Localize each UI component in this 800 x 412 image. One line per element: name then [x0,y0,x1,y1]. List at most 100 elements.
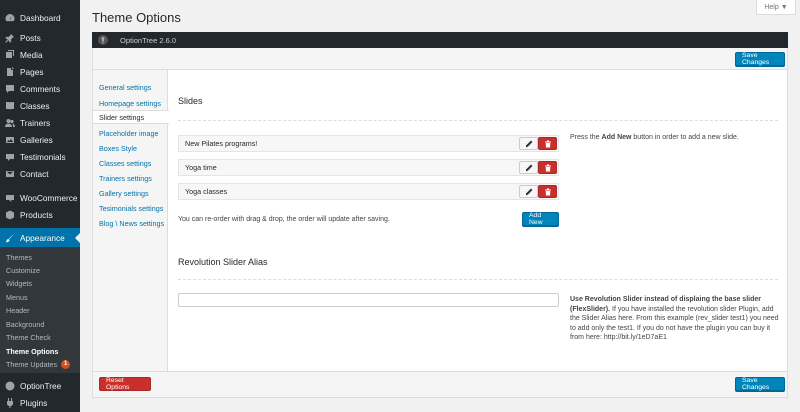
slides-title: Slides [178,96,203,106]
optiontree-header: OptionTree 2.6.0 [92,32,788,48]
pages-icon [5,66,15,77]
section-divider [178,279,778,280]
panel-bottom-bar: Reset Options Save Changes [93,371,787,397]
save-changes-button[interactable]: Save Changes [735,377,785,391]
optiontree-logo-icon [98,35,108,45]
submenu-theme-check[interactable]: Theme Check [6,331,51,343]
trash-icon [544,164,551,171]
tab-blog-news-settings[interactable]: Blog \ News settings [93,216,168,230]
sidebar-item-label: Testimonials [20,151,66,162]
hint-text: Press the [570,134,602,141]
slide-title: Yoga classes [185,187,228,196]
submenu-header[interactable]: Header [6,304,30,316]
settings-tabs: General settings Homepage settings Slide… [93,70,169,371]
delete-slide-button[interactable] [538,137,557,150]
tab-trainers-settings[interactable]: Trainers settings [93,171,168,185]
tab-gallery-settings[interactable]: Gallery settings [93,186,168,200]
submenu-theme-updates[interactable]: Theme Updates 1 [6,358,71,370]
woocommerce-icon [5,193,15,203]
revolution-slider-title: Revolution Slider Alias [178,257,268,267]
contact-icon [5,169,15,179]
help-button[interactable]: Help ▼ [756,0,796,15]
admin-sidebar: Dashboard Posts Media Pages Comments Cla… [0,0,80,412]
brush-icon [5,233,15,243]
page-title: Theme Options [92,10,181,25]
pin-icon [5,33,15,43]
submenu-label: Customize [6,265,40,275]
gallery-icon [5,135,15,145]
submenu-widgets[interactable]: Widgets [6,277,32,289]
trash-icon [544,140,551,147]
submenu-label: Theme Updates [6,359,58,369]
sidebar-item-plugins[interactable]: Plugins [0,393,80,412]
optiontree-version: OptionTree 2.6.0 [120,35,177,45]
update-count-badge: 1 [61,359,71,369]
submenu-customize[interactable]: Customize [6,264,40,276]
comments-icon [5,84,15,94]
slide-item[interactable]: Yoga time [178,159,559,176]
reorder-note: You can re-order with drag & drop, the o… [178,216,390,223]
trash-icon [544,188,551,195]
submenu-label: Widgets [6,278,32,288]
sidebar-item-label: Trainers [20,117,51,128]
slide-item[interactable]: New Pilates programs! [178,135,559,152]
hint-text: button in order to add a new slide. [631,134,739,141]
sidebar-item-label: Posts [20,32,41,43]
submenu-label: Theme Options [6,346,59,356]
delete-slide-button[interactable] [538,161,557,174]
pencil-icon [525,188,532,195]
submenu-menus[interactable]: Menus [6,291,28,303]
submenu-label: Menus [6,292,28,302]
slide-title: New Pilates programs! [185,139,258,148]
slider-alias-input[interactable] [178,293,559,307]
delete-slide-button[interactable] [538,185,557,198]
optiontree-icon [5,381,15,391]
edit-slide-button[interactable] [519,137,538,150]
tab-general-settings[interactable]: General settings [93,80,168,94]
submenu-label: Header [6,305,30,315]
tab-placeholder-image[interactable]: Placeholder image [93,126,168,140]
plugin-icon [5,397,15,408]
panel-top-bar: Save Changes [93,48,787,70]
reset-options-button[interactable]: Reset Options [99,377,151,391]
revolution-description: Use Revolution Slider instead of displai… [570,295,785,343]
sidebar-item-dashboard[interactable]: Dashboard [0,8,80,27]
products-icon [5,210,15,220]
sidebar-item-label: OptionTree [20,380,62,391]
sidebar-item-appearance[interactable]: Appearance [0,228,80,247]
submenu-label: Themes [6,252,32,262]
tab-testimonials-settings[interactable]: Tesimonials settings [93,201,168,215]
sidebar-item-label: Appearance [20,232,65,243]
hint-bold: Add New [601,134,632,141]
submenu-themes[interactable]: Themes [6,251,32,263]
submenu-theme-options[interactable]: Theme Options [6,345,58,357]
pencil-icon [525,164,532,171]
tab-classes-settings[interactable]: Classes settings [93,156,168,170]
edit-slide-button[interactable] [519,185,538,198]
media-icon [5,49,15,60]
section-divider [178,120,778,121]
sidebar-item-label: Classes [20,100,50,111]
sidebar-item-label: Dashboard [20,12,61,23]
appearance-submenu: Themes Customize Widgets Menus Header Ba… [0,247,80,373]
sidebar-item-products[interactable]: Products [0,205,80,224]
slide-title: Yoga time [185,163,217,172]
book-icon [5,101,15,111]
options-panel: Save Changes General settings Homepage s… [92,48,788,398]
tab-slider-settings[interactable]: Slider settings [93,110,169,124]
sidebar-item-label: Comments [20,83,61,94]
submenu-background[interactable]: Background [6,318,44,330]
sidebar-item-label: Media [20,49,43,60]
sidebar-item-label: Contact [20,168,49,179]
dashboard-icon [5,13,15,23]
tab-homepage-settings[interactable]: Homepage settings [93,96,168,110]
tab-boxes-style[interactable]: Boxes Style [93,141,168,155]
edit-slide-button[interactable] [519,161,538,174]
save-changes-button[interactable]: Save Changes [735,52,785,66]
slides-hint: Press the Add New button in order to add… [570,133,780,143]
sidebar-item-label: Products [20,209,53,220]
sidebar-item-contact[interactable]: Contact [0,164,80,183]
add-new-slide-button[interactable]: Add New [522,212,559,226]
slide-item[interactable]: Yoga classes [178,183,559,200]
sidebar-item-label: Plugins [20,397,48,408]
